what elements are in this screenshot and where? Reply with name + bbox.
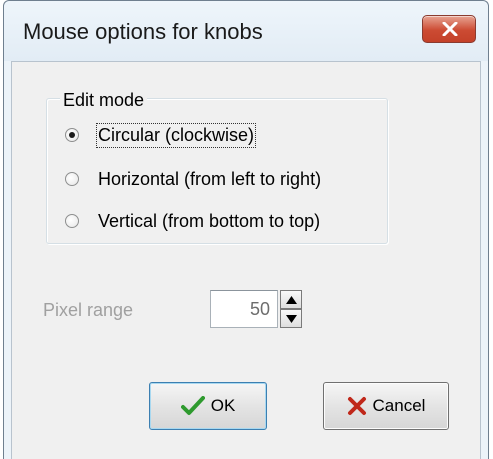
arrow-up-icon xyxy=(286,296,297,304)
radio-vertical[interactable]: Vertical (from bottom to top) xyxy=(65,208,320,234)
title-bar[interactable]: Mouse options for knobs xyxy=(4,1,488,61)
dialog-window: Mouse options for knobs Edit mode Circul… xyxy=(3,0,489,459)
ok-label: OK xyxy=(210,396,236,415)
dialog-body: Edit mode Circular (clockwise) Horizonta… xyxy=(11,61,481,459)
checkmark-icon xyxy=(180,396,205,415)
x-icon xyxy=(347,397,366,415)
edit-mode-label: Edit mode xyxy=(60,90,148,111)
window-title: Mouse options for knobs xyxy=(23,19,263,44)
radio-button-vertical[interactable] xyxy=(65,214,79,228)
pixel-range-spinner[interactable] xyxy=(280,290,302,328)
radio-label-horizontal: Horizontal (from left to right) xyxy=(98,168,322,189)
radio-button-circular[interactable] xyxy=(65,128,79,142)
radio-label-circular: Circular (clockwise) xyxy=(95,122,257,148)
radio-label-vertical: Vertical (from bottom to top) xyxy=(98,210,321,231)
cancel-label: Cancel xyxy=(372,396,426,415)
radio-circular[interactable]: Circular (clockwise) xyxy=(65,122,257,148)
radio-button-horizontal[interactable] xyxy=(65,172,79,186)
spin-down-button[interactable] xyxy=(280,309,302,328)
close-icon xyxy=(442,22,458,36)
pixel-range-input[interactable] xyxy=(210,290,278,328)
cancel-button[interactable]: Cancel xyxy=(323,382,449,430)
radio-horizontal[interactable]: Horizontal (from left to right) xyxy=(65,166,321,192)
pixel-range-label: Pixel range xyxy=(43,300,134,320)
arrow-down-icon xyxy=(286,315,297,323)
close-button[interactable] xyxy=(422,15,476,43)
spin-up-button[interactable] xyxy=(280,290,302,309)
ok-button[interactable]: OK xyxy=(149,382,267,430)
